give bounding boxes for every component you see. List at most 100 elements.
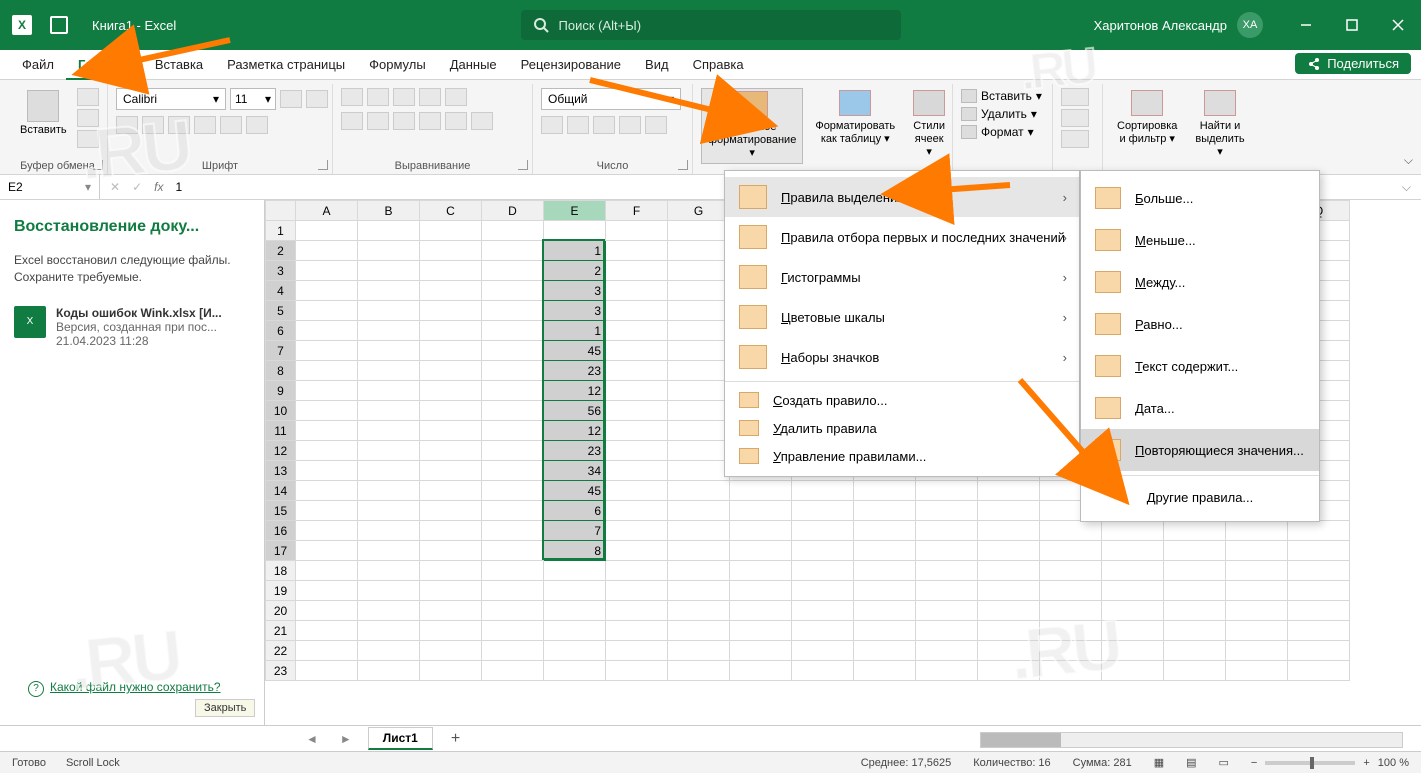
row-header-4[interactable]: 4 [266,281,296,301]
minimize-button[interactable] [1283,0,1329,50]
row-header-14[interactable]: 14 [266,481,296,501]
cell-B21[interactable] [358,621,420,641]
row-header-3[interactable]: 3 [266,261,296,281]
cell-F2[interactable] [606,241,668,261]
cell-C19[interactable] [420,581,482,601]
cell-A20[interactable] [296,601,358,621]
cell-B4[interactable] [358,281,420,301]
cell-P22[interactable] [1226,641,1288,661]
cell-styles-button[interactable]: Стили ячеек ▾ [907,88,951,162]
cell-O21[interactable] [1164,621,1226,641]
cell-M18[interactable] [1040,561,1102,581]
cell-C17[interactable] [420,541,482,561]
cell-J19[interactable] [854,581,916,601]
find-select-button[interactable]: Найти и выделить ▾ [1189,88,1250,162]
cell-C2[interactable] [420,241,482,261]
row-header-19[interactable]: 19 [266,581,296,601]
font-dialog-icon[interactable] [318,160,328,170]
cell-B1[interactable] [358,221,420,241]
cell-G22[interactable] [668,641,730,661]
cell-E19[interactable] [544,581,606,601]
cell-L18[interactable] [978,561,1040,581]
cell-A22[interactable] [296,641,358,661]
cell-J23[interactable] [854,661,916,681]
cell-Q22[interactable] [1288,641,1350,661]
cell-D20[interactable] [482,601,544,621]
cell-B12[interactable] [358,441,420,461]
italic-icon[interactable] [142,116,164,134]
column-header-B[interactable]: B [358,201,420,221]
align-right-icon[interactable] [393,112,415,130]
tab-справка[interactable]: Справка [681,50,756,80]
cell-C21[interactable] [420,621,482,641]
cell-G18[interactable] [668,561,730,581]
cell-E23[interactable] [544,661,606,681]
cell-I15[interactable] [792,501,854,521]
menu-item[interactable]: Правила выделения ячеек› [725,177,1079,217]
cell-E6[interactable]: 1 [544,321,606,341]
cell-J18[interactable] [854,561,916,581]
cell-G6[interactable] [668,321,730,341]
cell-F1[interactable] [606,221,668,241]
cell-D12[interactable] [482,441,544,461]
cell-G1[interactable] [668,221,730,241]
cell-E20[interactable] [544,601,606,621]
row-header-17[interactable]: 17 [266,541,296,561]
cell-G17[interactable] [668,541,730,561]
cell-A13[interactable] [296,461,358,481]
tab-главная[interactable]: Главная [66,50,143,80]
zoom-out-icon[interactable]: − [1251,757,1257,769]
cell-E17[interactable]: 8 [544,541,606,561]
cell-F14[interactable] [606,481,668,501]
cell-H22[interactable] [730,641,792,661]
collapse-ribbon-icon[interactable]: ⌵ [1404,153,1413,168]
column-header-F[interactable]: F [606,201,668,221]
cell-K14[interactable] [916,481,978,501]
cell-O23[interactable] [1164,661,1226,681]
tab-формулы[interactable]: Формулы [357,50,438,80]
user-name[interactable]: Харитонов Александр [1094,18,1227,33]
maximize-button[interactable] [1329,0,1375,50]
percent-icon[interactable] [567,116,589,134]
cell-J20[interactable] [854,601,916,621]
row-header-13[interactable]: 13 [266,461,296,481]
cell-G19[interactable] [668,581,730,601]
horizontal-scrollbar[interactable] [980,732,1403,748]
zoom-slider[interactable] [1265,761,1355,765]
cell-E12[interactable]: 23 [544,441,606,461]
share-button[interactable]: Поделиться [1295,53,1411,74]
cell-N23[interactable] [1102,661,1164,681]
cell-N16[interactable] [1102,521,1164,541]
column-header-E[interactable]: E [544,201,606,221]
cell-G14[interactable] [668,481,730,501]
cell-B13[interactable] [358,461,420,481]
cell-I17[interactable] [792,541,854,561]
cell-B19[interactable] [358,581,420,601]
cell-O22[interactable] [1164,641,1226,661]
cell-F11[interactable] [606,421,668,441]
cell-B17[interactable] [358,541,420,561]
cell-D16[interactable] [482,521,544,541]
cell-H16[interactable] [730,521,792,541]
fx-icon[interactable]: fx [154,180,163,194]
cell-Q19[interactable] [1288,581,1350,601]
increase-font-icon[interactable] [280,90,302,108]
cell-D7[interactable] [482,341,544,361]
fill-color-icon[interactable] [220,116,242,134]
orientation-icon[interactable] [419,88,441,106]
cell-C10[interactable] [420,401,482,421]
cell-I22[interactable] [792,641,854,661]
cell-N17[interactable] [1102,541,1164,561]
cell-N21[interactable] [1102,621,1164,641]
cell-C9[interactable] [420,381,482,401]
cell-H14[interactable] [730,481,792,501]
submenu-item[interactable]: Дата... [1081,387,1319,429]
cell-P18[interactable] [1226,561,1288,581]
font-size-select[interactable]: 11▾ [230,88,276,110]
cell-A7[interactable] [296,341,358,361]
submenu-item[interactable]: Между... [1081,261,1319,303]
comma-icon[interactable] [593,116,615,134]
cell-A14[interactable] [296,481,358,501]
formula-value[interactable]: 1 [175,180,182,194]
which-file-link[interactable]: Какой файл нужно сохранить? [28,680,221,697]
